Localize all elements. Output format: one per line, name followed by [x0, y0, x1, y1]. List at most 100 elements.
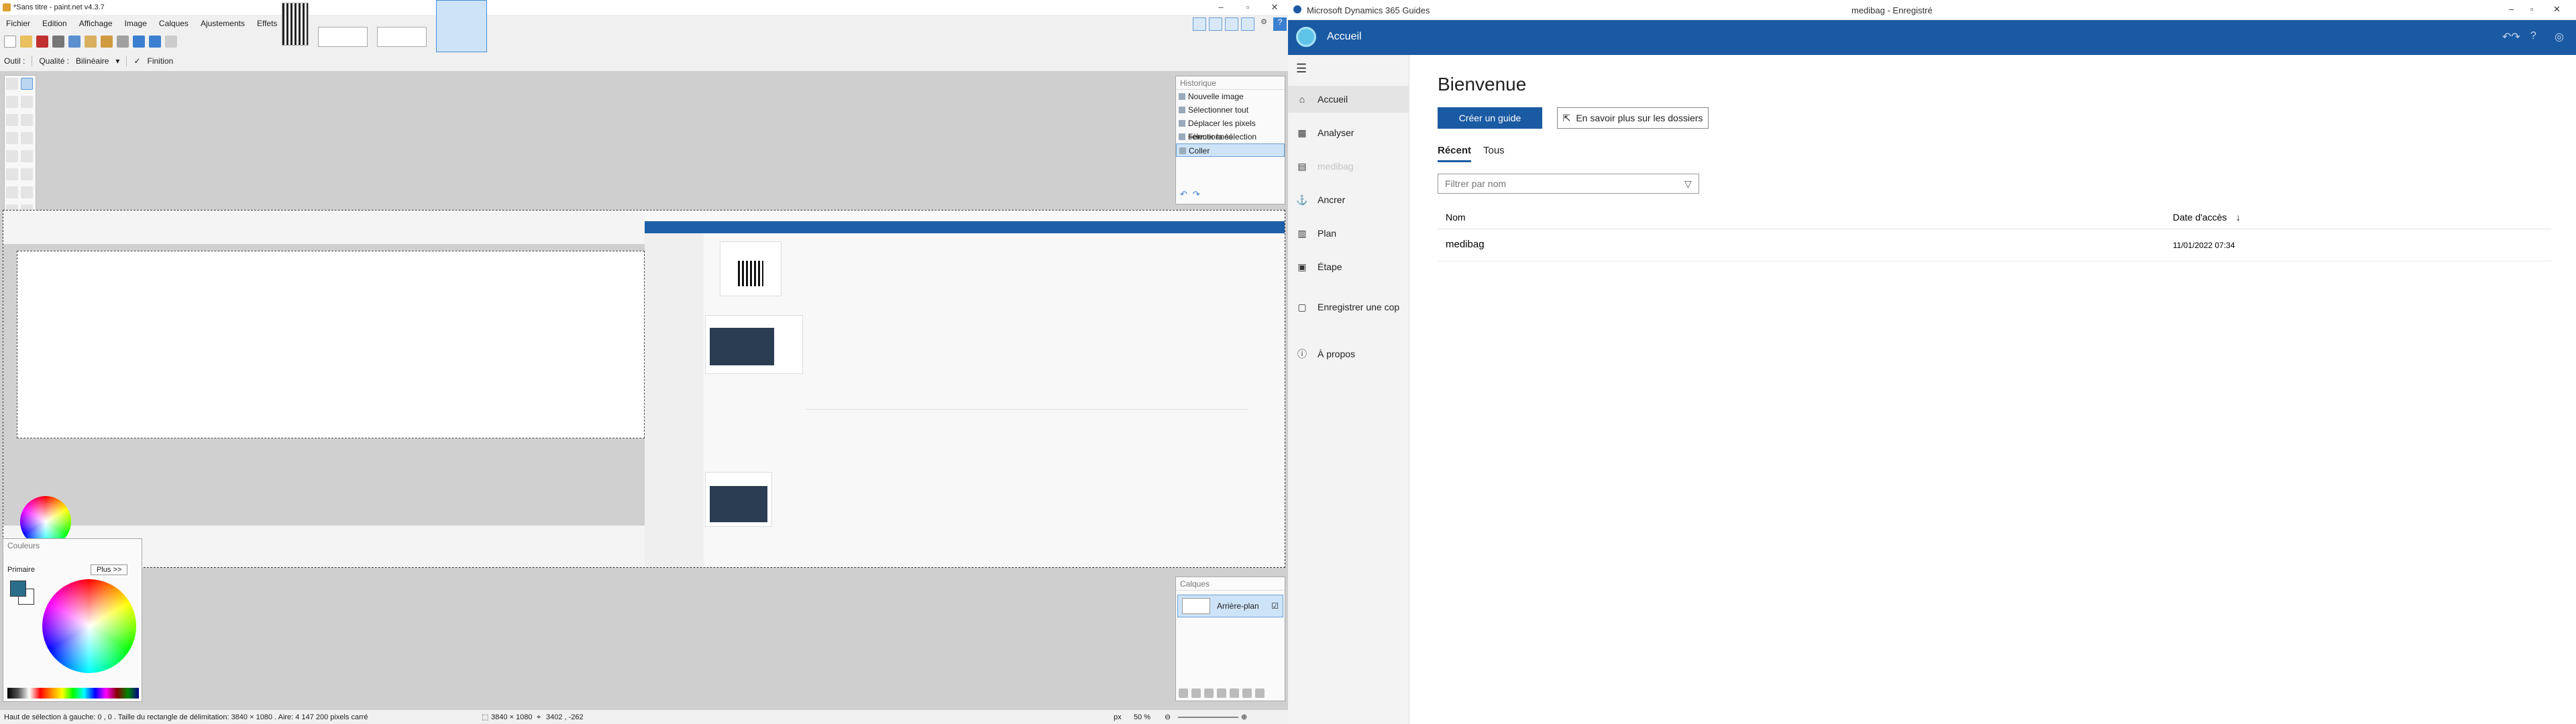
settings-gear-icon[interactable]: ⚙	[1257, 17, 1271, 31]
finish-button[interactable]: Finition	[148, 56, 174, 66]
image-thumbnail-toolbar[interactable]	[377, 27, 427, 47]
gradient-tool-icon[interactable]	[21, 150, 33, 162]
layer-visibility-checkbox-icon[interactable]: ☑	[1271, 601, 1279, 611]
pasted-image[interactable]	[3, 210, 1285, 568]
color-wheel[interactable]	[42, 579, 136, 673]
primary-select[interactable]: Primaire	[7, 566, 35, 574]
redo-icon[interactable]	[149, 36, 161, 48]
print-icon[interactable]	[52, 36, 64, 48]
open-folder-icon[interactable]	[20, 36, 32, 48]
close-icon[interactable]: ✕	[2553, 4, 2561, 15]
zoom-tool-icon[interactable]	[21, 114, 33, 126]
merge-layer-icon[interactable]	[1217, 688, 1226, 698]
layers-toggle-icon[interactable]	[1225, 17, 1238, 31]
undo-redo-icon[interactable]: ↶↷	[2502, 30, 2520, 44]
sidebar-item-ancrer[interactable]: ⚓ Ancrer	[1288, 186, 1409, 213]
more-colors-button[interactable]: Plus >>	[91, 564, 128, 575]
menu-image[interactable]: Image	[119, 16, 153, 31]
menu-file[interactable]: Fichier	[0, 16, 36, 31]
menu-effects[interactable]: Effets	[251, 16, 283, 31]
move-layer-up-icon[interactable]	[1230, 688, 1239, 698]
undo-icon[interactable]	[133, 36, 145, 48]
column-header-name[interactable]: Nom	[1446, 212, 1466, 223]
paste-icon[interactable]	[101, 36, 113, 48]
quality-select[interactable]: Bilinéaire	[76, 56, 109, 66]
pan-tool-icon[interactable]	[21, 132, 33, 144]
history-item-selected[interactable]: Coller	[1176, 143, 1285, 157]
sidebar-item-plan[interactable]: ▥ Plan	[1288, 220, 1409, 247]
column-header-date[interactable]: Date d'accès	[2173, 212, 2227, 223]
filter-input[interactable]	[1438, 174, 1699, 194]
help-icon[interactable]: ?	[2530, 30, 2536, 42]
chevron-down-icon[interactable]: ▾	[115, 56, 119, 66]
minimize-icon[interactable]: –	[2509, 4, 2514, 14]
duplicate-layer-icon[interactable]	[1204, 688, 1214, 698]
finish-check-icon[interactable]: ✓	[133, 56, 140, 66]
image-thumbnail-logo[interactable]	[318, 27, 368, 47]
zoom-in-icon[interactable]: ⊕	[1241, 710, 1247, 724]
tab-all[interactable]: Tous	[1483, 145, 1505, 160]
brush-tool-icon[interactable]	[6, 168, 18, 180]
image-thumbnail-active[interactable]	[436, 0, 487, 52]
primary-color-swatch[interactable]	[10, 581, 26, 597]
image-thumbnail-qr[interactable]	[282, 3, 309, 46]
hamburger-menu-icon[interactable]: ☰	[1296, 62, 1307, 76]
maximize-icon[interactable]: ▫	[2530, 4, 2534, 14]
zoom-slider[interactable]	[1178, 717, 1238, 718]
learn-more-button[interactable]: ⇱ En savoir plus sur les dossiers	[1557, 107, 1709, 129]
magic-wand-tool-icon[interactable]	[6, 132, 18, 144]
delete-layer-icon[interactable]	[1191, 688, 1201, 698]
create-guide-button[interactable]: Créer un guide	[1438, 107, 1542, 129]
move-selection-tool-icon[interactable]	[21, 78, 33, 90]
menu-layers[interactable]: Calques	[153, 16, 195, 31]
move-layer-down-icon[interactable]	[1242, 688, 1252, 698]
add-layer-icon[interactable]	[1179, 688, 1188, 698]
cut-icon[interactable]	[68, 36, 80, 48]
rect-select-tool-icon[interactable]	[6, 78, 18, 90]
sidebar-item-about[interactable]: ⓘ À propos	[1288, 341, 1409, 367]
tab-recent[interactable]: Récent	[1438, 145, 1472, 162]
bucket-tool-icon[interactable]	[6, 150, 18, 162]
grid-icon[interactable]	[165, 36, 177, 48]
picker-tool-icon[interactable]	[21, 186, 33, 198]
history-item[interactable]: Déplacer les pixels sélectionnés	[1176, 117, 1285, 141]
table-row[interactable]: medibag 11/01/2022 07:34	[1438, 233, 2551, 261]
history-item[interactable]: Fermer la sélection	[1176, 130, 1285, 143]
close-icon[interactable]: ✕	[1261, 0, 1288, 15]
colors-toggle-icon[interactable]	[1241, 17, 1254, 31]
pencil-tool-icon[interactable]	[6, 186, 18, 198]
minimize-icon[interactable]: –	[1208, 0, 1234, 15]
color-palette[interactable]	[7, 688, 139, 699]
menu-view[interactable]: Affichage	[73, 16, 119, 31]
menu-adjustments[interactable]: Ajustements	[195, 16, 251, 31]
eraser-tool-icon[interactable]	[21, 168, 33, 180]
menu-edit[interactable]: Edition	[36, 16, 73, 31]
unit-select[interactable]: px	[1114, 710, 1122, 724]
history-toggle-icon[interactable]	[1209, 17, 1222, 31]
undo-icon[interactable]: ↶	[1180, 189, 1187, 200]
maximize-icon[interactable]: ▫	[1234, 0, 1261, 15]
redo-icon[interactable]: ↷	[1193, 189, 1200, 200]
zoom-level[interactable]: 50 %	[1134, 710, 1150, 724]
account-icon[interactable]: ◎	[2555, 30, 2564, 44]
zoom-out-icon[interactable]: ⊖	[1165, 710, 1171, 724]
layer-properties-icon[interactable]	[1255, 688, 1265, 698]
sidebar-item-accueil[interactable]: ⌂ Accueil	[1288, 86, 1409, 113]
help-icon[interactable]: ?	[1273, 17, 1287, 31]
sidebar-item--tape[interactable]: ▣ Étape	[1288, 253, 1409, 280]
ellipse-select-tool-icon[interactable]	[6, 114, 18, 126]
sidebar-item-enregistrer-une-cop[interactable]: ▢ Enregistrer une cop	[1288, 294, 1409, 320]
layer-row[interactable]: Arrière-plan ☑	[1177, 595, 1283, 617]
crop-icon[interactable]	[117, 36, 129, 48]
lasso-tool-icon[interactable]	[6, 96, 18, 108]
new-file-icon[interactable]	[4, 36, 16, 48]
copy-icon[interactable]	[85, 36, 97, 48]
image-size-icon: ⬚	[482, 713, 489, 721]
history-item[interactable]: Sélectionner tout	[1176, 103, 1285, 117]
filter-funnel-icon[interactable]: ▽	[1684, 178, 1692, 190]
sidebar-item-analyser[interactable]: ▦ Analyser	[1288, 119, 1409, 146]
history-item[interactable]: Nouvelle image	[1176, 90, 1285, 103]
move-tool-icon[interactable]	[21, 96, 33, 108]
tools-toggle-icon[interactable]	[1193, 17, 1206, 31]
save-icon[interactable]	[36, 36, 48, 48]
